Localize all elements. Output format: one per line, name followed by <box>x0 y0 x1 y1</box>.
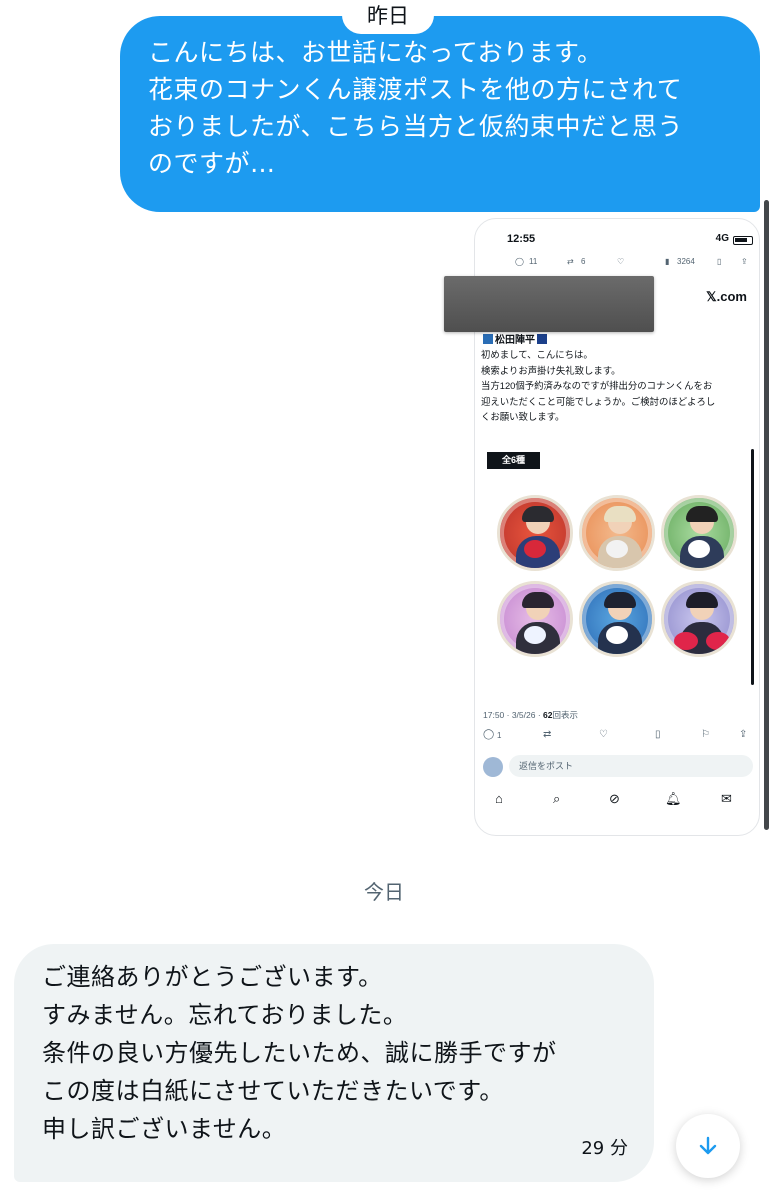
messages-icon: ✉ <box>721 791 732 806</box>
repost-icon: ⇄ <box>543 729 552 740</box>
message-line: 申し訳ございません。 <box>42 1115 287 1143</box>
emoji-icon <box>537 334 547 344</box>
views-icon: ▮ <box>665 257 670 266</box>
brand-label: 𝕏.com <box>706 289 747 304</box>
status-bar: 12:55 4G <box>475 233 759 249</box>
date-separator-yesterday: 昨日 <box>342 0 434 34</box>
bookmark-icon: ▯ <box>655 729 661 740</box>
redaction-block <box>444 276 654 332</box>
reply-bar: 返信をポスト <box>483 755 753 779</box>
share-icon: ⇪ <box>741 257 748 266</box>
message-line: 花束のコナンくん譲渡ポストを他の方にされて <box>148 75 683 104</box>
message-line: こんにちは、お世話になっております。 <box>148 38 603 67</box>
like-icon: ♡ <box>617 257 625 266</box>
views-count: 3264 <box>677 257 695 266</box>
message-line: この度は白紙にさせていただきたいです。 <box>42 1077 504 1105</box>
post-actions-top: ◯ 11 ⇄ 6 ♡ ▮ 3264 ▯ ⇪ <box>475 257 759 271</box>
avatar <box>483 757 503 777</box>
badge-image <box>497 495 573 571</box>
post-meta: 17:50 · 3/5/26 · 62回表示 <box>483 710 578 720</box>
reply-count: 11 <box>529 257 538 266</box>
reply-icon: ◯ <box>483 729 495 740</box>
notifications-icon: 🔔︎ <box>665 791 682 806</box>
outgoing-message-bubble[interactable]: こんにちは、お世話になっております。 花束のコナンくん譲渡ポストを他の方にされて… <box>120 16 760 212</box>
like-icon: ♡ <box>599 729 608 740</box>
badge-image <box>661 495 737 571</box>
reply-input: 返信をポスト <box>509 755 753 777</box>
message-line: のですが… <box>148 149 276 178</box>
badge-image <box>579 495 655 571</box>
incoming-message-bubble[interactable]: ご連絡ありがとうございます。 すみません。忘れておりました。 条件の良い方優先し… <box>14 944 654 1182</box>
set-tag: 全6種 <box>487 452 540 469</box>
tab-bar: ⌂ ⌕ ⊘ 🔔︎ ✉ <box>475 791 759 809</box>
badge-image-grid <box>475 489 759 669</box>
battery-icon <box>733 236 753 245</box>
message-timestamp: 29 分 <box>581 1138 628 1159</box>
message-line: すみません。忘れておりました。 <box>42 1001 408 1029</box>
status-time: 12:55 <box>507 233 536 245</box>
message-line: おりましたが、こちら当方と仮約束中だと思う <box>148 112 684 141</box>
search-icon: ⌕ <box>553 791 561 806</box>
reply-icon: ◯ <box>515 257 524 266</box>
date-separator-today: 今日 <box>364 880 404 904</box>
post-author: 松田陣平 <box>483 331 549 346</box>
badge-image <box>497 581 573 657</box>
message-line: 条件の良い方優先したいため、誠に勝手ですが <box>42 1039 557 1067</box>
repost-count: 6 <box>581 257 586 266</box>
emoji-icon <box>483 334 493 344</box>
badge-image <box>661 581 737 657</box>
embedded-scrollbar <box>751 449 754 685</box>
scrollbar[interactable] <box>764 200 769 830</box>
arrow-down-icon <box>699 1136 717 1155</box>
network-label: 4G <box>715 233 729 244</box>
message-line: ご連絡ありがとうございます。 <box>42 963 383 991</box>
badge-image <box>579 581 655 657</box>
post-actions-bottom: ◯ 1 ⇄ ♡ ▯ ⚐ ⇪ <box>475 729 759 743</box>
grok-icon: ⊘ <box>609 791 620 806</box>
share-icon: ⇪ <box>739 729 748 740</box>
reply-count: 1 <box>497 731 502 740</box>
home-icon: ⌂ <box>495 791 503 806</box>
repost-icon: ⇄ <box>567 257 574 266</box>
scroll-to-bottom-button[interactable] <box>676 1114 740 1178</box>
bookmark-icon: ▯ <box>717 257 722 266</box>
bookmark-icon: ⚐ <box>701 729 710 740</box>
post-text: 初めまして、こんにちは。 検索よりお声掛け失礼致します。 当方120個予約済みな… <box>481 349 716 422</box>
